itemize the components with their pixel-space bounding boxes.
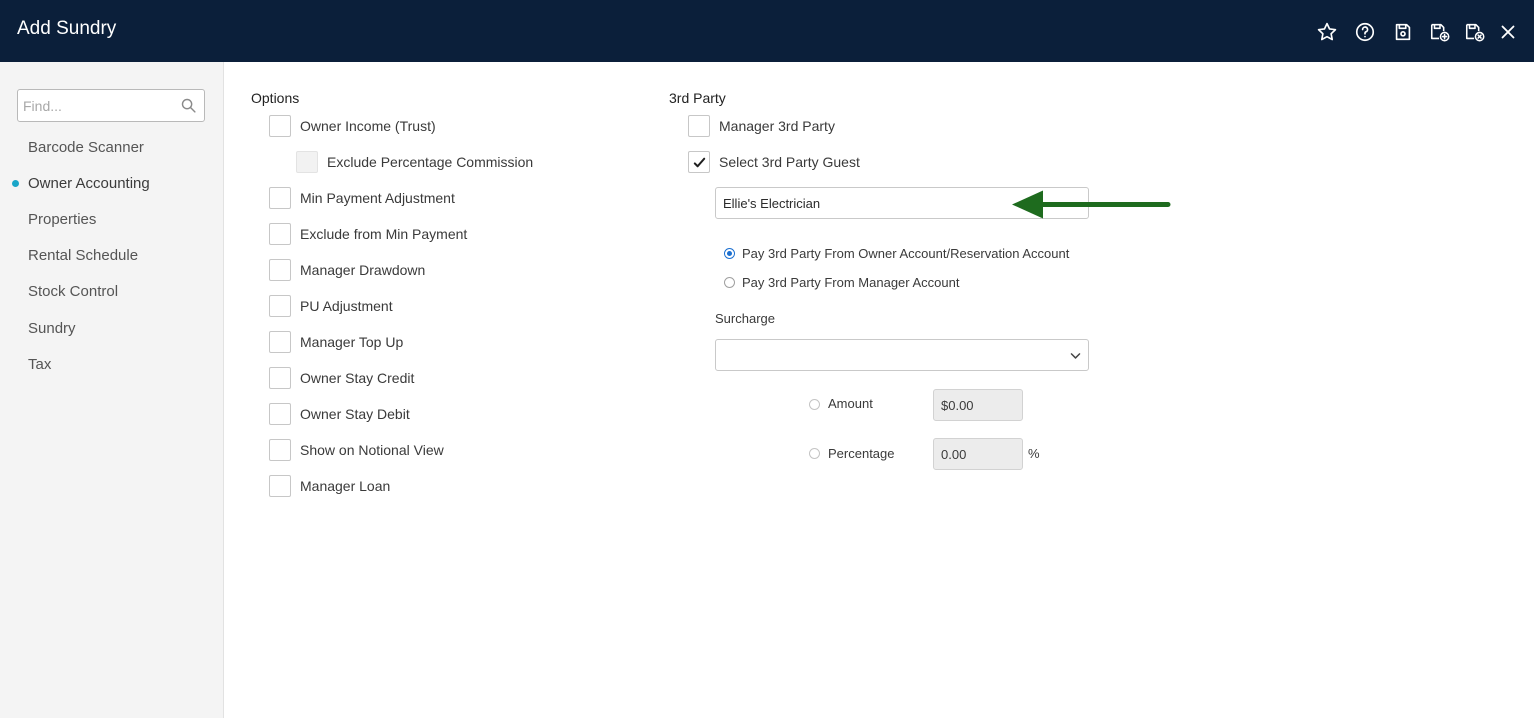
amount-radio[interactable] <box>809 399 820 410</box>
select-3rd-party-guest-checkbox[interactable] <box>688 151 710 173</box>
save-and-close-icon[interactable] <box>1464 21 1486 43</box>
close-icon[interactable] <box>1497 21 1519 43</box>
amount-label: Amount <box>828 396 873 411</box>
owner-stay-credit-checkbox[interactable] <box>269 367 291 389</box>
pay-from-owner-account-radio[interactable] <box>724 248 735 259</box>
owner-stay-credit-label: Owner Stay Credit <box>300 370 415 386</box>
surcharge-label: Surcharge <box>715 311 775 326</box>
sidebar-item-barcode-scanner[interactable]: Barcode Scanner <box>28 139 144 156</box>
green-arrow-annotation <box>1012 190 1171 219</box>
exclude-from-min-payment-checkbox[interactable] <box>269 223 291 245</box>
owner-income-trust-label: Owner Income (Trust) <box>300 118 436 134</box>
manager-loan-label: Manager Loan <box>300 478 391 494</box>
exclude-percentage-commission-label: Exclude Percentage Commission <box>327 154 534 170</box>
percentage-radio[interactable] <box>809 448 820 459</box>
help-icon[interactable] <box>1354 21 1376 43</box>
owner-stay-debit-label: Owner Stay Debit <box>300 406 410 422</box>
owner-income-trust-checkbox[interactable] <box>269 115 291 137</box>
options-heading: Options <box>251 90 300 106</box>
chevron-down-icon <box>1070 353 1081 359</box>
select-3rd-party-guest-label: Select 3rd Party Guest <box>719 154 860 170</box>
star-icon[interactable] <box>1316 21 1338 43</box>
sidebar: Barcode Scanner Owner Accounting Propert… <box>0 62 224 718</box>
manager-loan-checkbox[interactable] <box>269 475 291 497</box>
exclude-from-min-payment-label: Exclude from Min Payment <box>300 226 468 242</box>
find-box <box>17 89 205 122</box>
percentage-input[interactable] <box>934 439 1022 469</box>
pay-from-manager-account-label: Pay 3rd Party From Manager Account <box>742 275 960 290</box>
pu-adjustment-label: PU Adjustment <box>300 298 393 314</box>
manager-drawdown-checkbox[interactable] <box>269 259 291 281</box>
header-bar: Add Sundry <box>0 0 1534 62</box>
percent-unit: % <box>1028 446 1040 461</box>
min-payment-adjustment-checkbox[interactable] <box>269 187 291 209</box>
amount-field-box <box>933 389 1023 421</box>
manager-3rd-party-label: Manager 3rd Party <box>719 118 835 134</box>
show-on-notional-view-checkbox[interactable] <box>269 439 291 461</box>
exclude-percentage-commission-checkbox <box>296 151 318 173</box>
sidebar-item-rental-schedule[interactable]: Rental Schedule <box>28 247 138 264</box>
sidebar-item-owner-accounting[interactable]: Owner Accounting <box>28 175 150 192</box>
pay-from-manager-account-radio[interactable] <box>724 277 735 288</box>
sidebar-item-properties[interactable]: Properties <box>28 211 96 228</box>
window-title: Add Sundry <box>17 18 117 39</box>
manager-drawdown-label: Manager Drawdown <box>300 262 426 278</box>
amount-input[interactable] <box>934 390 1022 420</box>
checkmark-icon <box>693 157 706 168</box>
pay-from-owner-account-label: Pay 3rd Party From Owner Account/Reserva… <box>742 246 1070 261</box>
sidebar-item-sundry[interactable]: Sundry <box>28 320 76 337</box>
third-party-heading: 3rd Party <box>669 90 726 106</box>
sidebar-item-stock-control[interactable]: Stock Control <box>28 283 118 300</box>
min-payment-adjustment-label: Min Payment Adjustment <box>300 190 455 206</box>
percentage-field-box <box>933 438 1023 470</box>
pu-adjustment-checkbox[interactable] <box>269 295 291 317</box>
percentage-label: Percentage <box>828 446 895 461</box>
active-indicator-dot <box>12 180 19 187</box>
manager-top-up-label: Manager Top Up <box>300 334 404 350</box>
find-input[interactable] <box>18 90 178 121</box>
search-icon[interactable] <box>180 97 197 114</box>
surcharge-select[interactable] <box>715 339 1089 371</box>
save-icon[interactable] <box>1392 21 1414 43</box>
manager-3rd-party-checkbox[interactable] <box>688 115 710 137</box>
manager-top-up-checkbox[interactable] <box>269 331 291 353</box>
sidebar-item-tax[interactable]: Tax <box>28 356 51 373</box>
show-on-notional-view-label: Show on Notional View <box>300 442 444 458</box>
save-and-new-icon[interactable] <box>1429 21 1451 43</box>
owner-stay-debit-checkbox[interactable] <box>269 403 291 425</box>
